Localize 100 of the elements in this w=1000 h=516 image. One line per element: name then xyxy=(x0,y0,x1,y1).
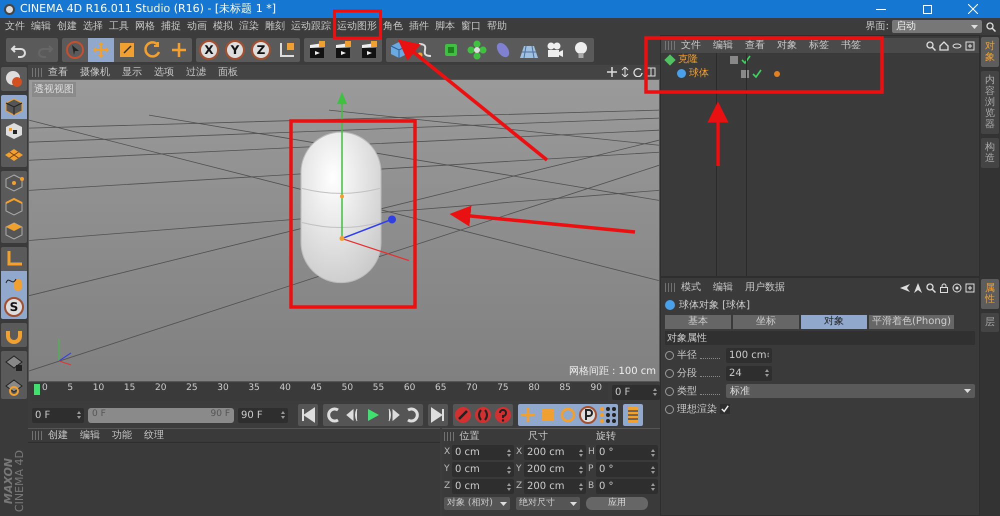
menu-item[interactable]: 捕捉 xyxy=(158,19,184,34)
menu-item[interactable]: 模式 xyxy=(675,280,707,295)
lock-icon xyxy=(939,282,949,292)
menu-item[interactable]: 摄像机 xyxy=(74,64,116,80)
tool-button[interactable] xyxy=(304,38,330,62)
menu-item[interactable]: 编辑 xyxy=(707,38,739,53)
attribute-tab[interactable]: 对象 xyxy=(801,315,867,329)
start-frame-field[interactable]: 0 F xyxy=(32,408,84,422)
side-tab[interactable]: 构造 xyxy=(981,138,999,168)
move-arrows-icon xyxy=(91,40,111,60)
menu-item[interactable]: 雕刻 xyxy=(262,19,288,34)
side-tab[interactable]: 内容浏览器 xyxy=(981,71,999,134)
dropdown-caret-icon xyxy=(570,502,577,506)
end-frame-field[interactable]: 90 F xyxy=(238,408,288,422)
tool-button[interactable] xyxy=(1,375,27,399)
window-title: CINEMA 4D R16.011 Studio (R16) - [未标题 1 *] xyxy=(20,0,276,17)
coordinate-axes-icon xyxy=(277,40,297,60)
checkered-cube-icon xyxy=(4,121,24,141)
object-name[interactable]: 克隆 xyxy=(678,52,718,67)
menu-item[interactable]: 创建 xyxy=(54,19,80,34)
field-label: 理想渲染 xyxy=(677,402,717,416)
menu-item[interactable]: 文件 xyxy=(675,38,707,53)
menu-item[interactable]: 文件 xyxy=(2,19,28,34)
menu-item[interactable]: 显示 xyxy=(116,64,148,80)
menu-item[interactable]: 查看 xyxy=(739,38,771,53)
column-heading: 尺寸 xyxy=(526,430,549,444)
menu-item[interactable]: 书签 xyxy=(835,38,867,53)
transport-button[interactable] xyxy=(403,404,423,426)
menu-item[interactable]: 角色 xyxy=(380,19,406,34)
number-field[interactable]: 200 cm xyxy=(524,462,586,477)
new-panel-icon xyxy=(965,40,975,50)
menu-item[interactable]: 运动图形 xyxy=(334,19,380,34)
frame-tick-label: 45 xyxy=(310,383,322,395)
transport-button[interactable] xyxy=(298,404,318,426)
menu-item[interactable]: 编辑 xyxy=(707,280,739,295)
transport-button[interactable] xyxy=(323,404,343,426)
menu-item[interactable]: 过滤 xyxy=(180,64,212,80)
plus-icon xyxy=(169,40,189,60)
field-label: 类型 xyxy=(677,384,697,398)
search-icon xyxy=(926,40,936,50)
menu-item[interactable]: 对象 xyxy=(771,38,803,53)
menu-item[interactable]: 帮助 xyxy=(484,19,510,34)
menu-item[interactable]: 选择 xyxy=(80,19,106,34)
menu-item[interactable]: 窗口 xyxy=(458,19,484,34)
frame-tick-label: 50 xyxy=(342,383,354,395)
frame-tick-label: 10 xyxy=(92,383,104,395)
number-field[interactable]: 200 cm xyxy=(524,445,586,460)
transport-button[interactable] xyxy=(578,404,598,426)
attribute-tab[interactable]: 坐标 xyxy=(733,315,799,329)
tool-button[interactable] xyxy=(356,38,382,62)
menu-item[interactable]: 纹理 xyxy=(138,428,170,443)
object-name[interactable]: 球体 xyxy=(689,66,729,81)
menu-item[interactable]: 面板 xyxy=(212,64,244,80)
frame-tick-label: 90 xyxy=(590,383,602,395)
menu-item[interactable]: 用户数据 xyxy=(739,280,791,295)
current-frame-field[interactable]: 0 F xyxy=(612,384,660,400)
apply-button[interactable]: 应用 xyxy=(586,497,648,510)
tool-button[interactable] xyxy=(1,119,27,143)
attribute-tab[interactable]: 平滑着色(Phong) xyxy=(869,315,954,329)
viewport[interactable]: 透视视图 网格间距 : 100 cm xyxy=(28,79,660,382)
menu-item[interactable]: 运动跟踪 xyxy=(288,19,334,34)
move-view-icon xyxy=(607,67,617,77)
menu-item[interactable]: 动画 xyxy=(184,19,210,34)
transport-button[interactable] xyxy=(598,404,618,426)
number-field[interactable]: 100 cm xyxy=(726,348,772,362)
number-field[interactable]: 0 cm xyxy=(452,479,514,494)
number-field[interactable]: 0 ° xyxy=(596,479,658,494)
menu-item[interactable]: 编辑 xyxy=(74,428,106,443)
menu-item[interactable]: 插件 xyxy=(406,19,432,34)
number-field[interactable]: 0 cm xyxy=(452,445,514,460)
menu-item[interactable]: 功能 xyxy=(106,428,138,443)
tool-button[interactable] xyxy=(568,38,594,62)
target-icon xyxy=(952,282,962,292)
coordinate-mode-dropdown[interactable]: 对象 (相对) xyxy=(444,497,510,510)
number-field[interactable]: 0 ° xyxy=(596,462,658,477)
menu-item[interactable]: 标签 xyxy=(803,38,835,53)
menu-item[interactable]: 编辑 xyxy=(28,19,54,34)
menu-item[interactable]: 网格 xyxy=(132,19,158,34)
menu-item[interactable]: 脚本 xyxy=(432,19,458,34)
menu-item[interactable]: 查看 xyxy=(42,64,74,80)
number-field[interactable]: 24 xyxy=(726,366,772,380)
number-field[interactable]: 0 ° xyxy=(596,445,658,460)
side-tab[interactable]: 层 xyxy=(981,313,999,332)
rotate-view-icon xyxy=(633,67,643,77)
menu-item[interactable]: 模拟 xyxy=(210,19,236,34)
back-arrow-icon xyxy=(900,282,910,292)
type-dropdown[interactable]: 标准 xyxy=(726,384,975,398)
transport-button[interactable] xyxy=(428,404,448,426)
attribute-tab[interactable]: 基本 xyxy=(665,315,731,329)
transport-button[interactable] xyxy=(623,404,643,426)
checkbox[interactable] xyxy=(720,404,730,414)
menu-item[interactable]: 创建 xyxy=(42,428,74,443)
layout-dropdown[interactable]: 启动 xyxy=(892,20,982,33)
menu-item[interactable]: 工具 xyxy=(106,19,132,34)
tool-button[interactable] xyxy=(1,95,27,119)
menu-item[interactable]: 选项 xyxy=(148,64,180,80)
number-field[interactable]: 200 cm xyxy=(524,479,586,494)
size-mode-dropdown[interactable]: 绝对尺寸 xyxy=(516,497,580,510)
number-field[interactable]: 0 cm xyxy=(452,462,514,477)
menu-item[interactable]: 渲染 xyxy=(236,19,262,34)
